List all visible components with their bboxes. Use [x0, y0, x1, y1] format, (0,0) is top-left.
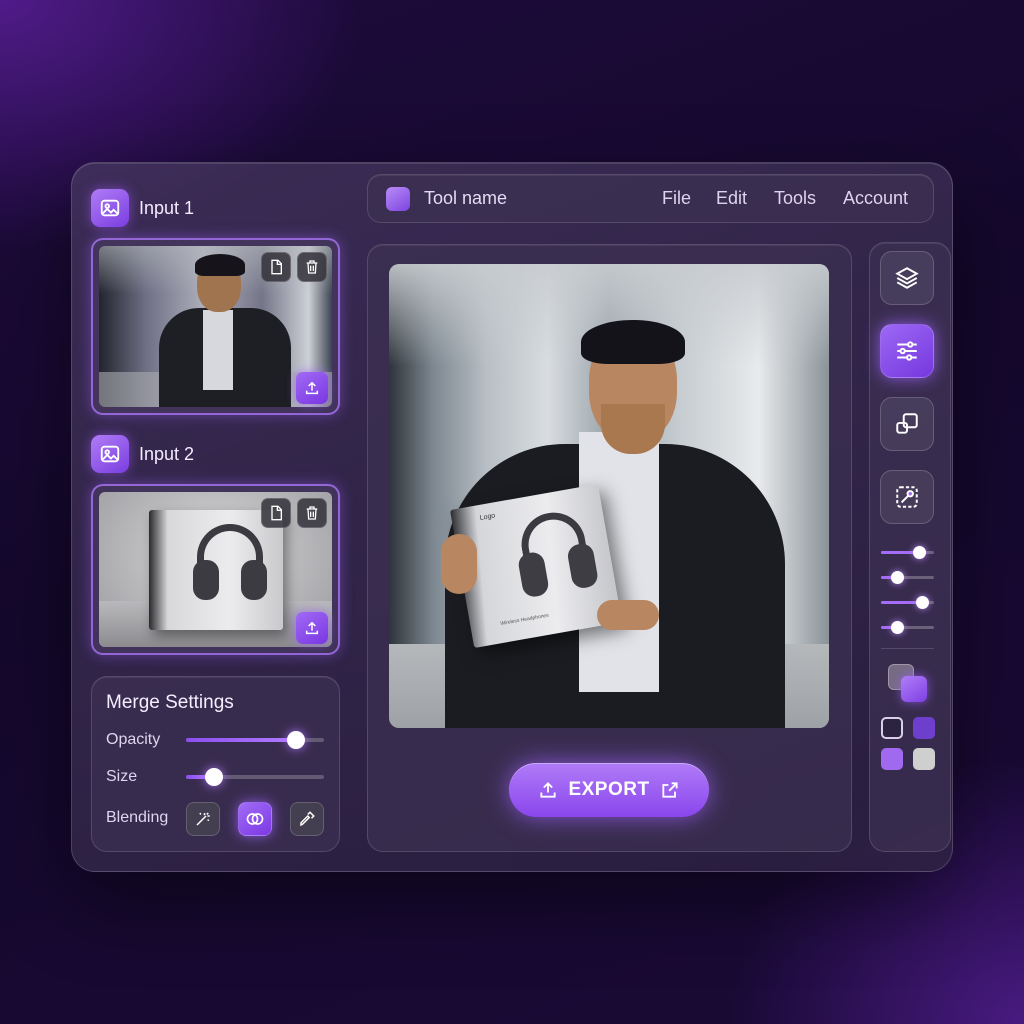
box-logo-text: Logo: [479, 512, 496, 522]
layers-icon[interactable]: [880, 251, 934, 305]
size-slider-handle[interactable]: [204, 768, 223, 786]
opacity-slider[interactable]: [186, 731, 324, 749]
upload-icon: [540, 782, 557, 798]
swatch-purple[interactable]: [913, 717, 935, 739]
tool-name: Tool name: [424, 188, 508, 208]
transform-icon[interactable]: [880, 470, 934, 524]
preview-image: Logo Wireless Headphones: [389, 264, 829, 728]
eyedropper-icon[interactable]: [290, 802, 324, 836]
file-icon[interactable]: [261, 498, 291, 528]
input-1-thumbnail[interactable]: [91, 238, 340, 415]
color-front-swatch[interactable]: [901, 676, 927, 702]
mini-slider-handle[interactable]: [890, 621, 904, 634]
mini-slider-4[interactable]: [881, 621, 934, 634]
image-icon: [91, 435, 129, 473]
arrange-icon[interactable]: [880, 397, 934, 451]
size-label: Size: [106, 768, 138, 785]
menu-tools[interactable]: Tools: [774, 188, 816, 209]
size-slider[interactable]: [186, 768, 324, 786]
overlap-circles-icon[interactable]: [238, 802, 272, 836]
blending-label: Blending: [106, 809, 169, 826]
swatch-dark[interactable]: [881, 717, 903, 739]
input-2-title: Input 2: [139, 443, 195, 464]
image-icon: [91, 189, 129, 227]
mini-slider-2[interactable]: [881, 571, 934, 584]
sliders-icon[interactable]: [880, 324, 934, 378]
file-icon[interactable]: [261, 252, 291, 282]
upload-icon[interactable]: [296, 372, 328, 404]
mini-slider-1[interactable]: [881, 546, 934, 559]
app-logo-icon: [386, 187, 410, 211]
divider: [881, 648, 934, 649]
export-button[interactable]: EXPORT: [509, 763, 709, 817]
input-2-thumbnail[interactable]: [91, 484, 340, 655]
menu-edit[interactable]: Edit: [716, 188, 747, 209]
external-link-icon: [661, 782, 678, 798]
menu-file[interactable]: File: [662, 188, 691, 209]
mini-slider-handle[interactable]: [890, 571, 904, 584]
input-2-header: Input 2: [91, 435, 194, 473]
merge-settings-title: Merge Settings: [106, 692, 234, 713]
swatch-gray[interactable]: [913, 748, 935, 770]
input-1-title: Input 1: [139, 197, 195, 218]
menu-account[interactable]: Account: [843, 188, 908, 209]
upload-icon[interactable]: [296, 612, 328, 644]
export-label: EXPORT: [568, 779, 650, 800]
input-1-header: Input 1: [91, 189, 194, 227]
box-small-text: Wireless Headphones: [500, 612, 550, 627]
swatch-violet[interactable]: [881, 748, 903, 770]
trash-icon[interactable]: [297, 498, 327, 528]
opacity-fill: [186, 738, 297, 742]
magic-wand-icon[interactable]: [186, 802, 220, 836]
mini-slider-3[interactable]: [881, 596, 934, 609]
opacity-label: Opacity: [106, 731, 161, 748]
trash-icon[interactable]: [297, 252, 327, 282]
